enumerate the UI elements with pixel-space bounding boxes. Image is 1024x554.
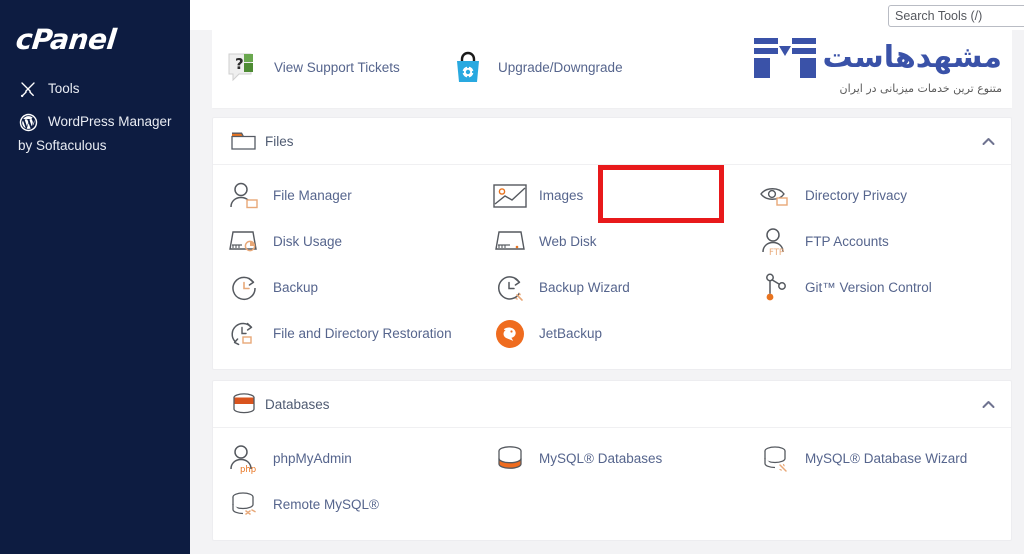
disk-usage-icon — [227, 225, 261, 259]
backup-icon — [227, 271, 261, 305]
main-content: ? View Support Tickets — [190, 0, 1024, 554]
phpmyadmin-icon: php — [227, 442, 261, 476]
tool-phpmyadmin[interactable]: php phpMyAdmin — [213, 436, 479, 482]
quicklink-upgrade-downgrade[interactable]: Upgrade/Downgrade — [436, 50, 660, 86]
shopping-bag-gear-icon — [450, 50, 486, 86]
directory-privacy-icon — [759, 179, 793, 213]
tool-label: JetBackup — [539, 326, 603, 341]
search-wrapper — [888, 5, 1024, 27]
quicklinks-card: ? View Support Tickets Upgrade/Downgrade… — [212, 30, 1012, 109]
images-icon — [493, 179, 527, 213]
cpanel-app: cPanel Tools WordPress Manager by Softac… — [0, 0, 1024, 554]
section-files: Files File Manager Images Directory Priv… — [212, 117, 1012, 370]
brand[interactable]: cPanel — [0, 14, 190, 70]
svg-text:php: php — [240, 465, 256, 474]
tool-label: Disk Usage — [273, 234, 343, 249]
section-databases-header[interactable]: Databases — [213, 381, 1011, 428]
tool-file-and-directory-restoration[interactable]: File and Directory Restoration — [213, 311, 479, 357]
tool-images[interactable]: Images — [479, 173, 745, 219]
folder-icon — [227, 128, 261, 154]
sidebar-item-tools[interactable]: Tools — [0, 70, 190, 103]
tool-label: Backup Wizard — [539, 280, 630, 295]
tool-remote-mysql[interactable]: Remote MySQL® — [213, 482, 479, 528]
tool-mysql-databases[interactable]: MySQL® Databases — [479, 436, 745, 482]
tool-backup[interactable]: Backup — [213, 265, 479, 311]
quicklink-label: Upgrade/Downgrade — [498, 60, 623, 75]
quicklinks-row: ? View Support Tickets Upgrade/Downgrade… — [212, 30, 1012, 108]
sidebar-item-wordpress-manager[interactable]: WordPress Manager — [0, 103, 190, 136]
svg-text:FTP: FTP — [769, 248, 784, 257]
tool-label: Images — [539, 188, 584, 203]
wordpress-icon — [18, 112, 38, 132]
section-files-header[interactable]: Files — [213, 118, 1011, 165]
file-restore-icon — [227, 317, 261, 351]
support-ticket-icon: ? — [226, 50, 262, 86]
tool-label: MySQL® Databases — [539, 451, 663, 466]
tool-label: Backup — [273, 280, 319, 295]
web-disk-icon — [493, 225, 527, 259]
quicklink-view-support-tickets[interactable]: ? View Support Tickets — [212, 50, 436, 86]
tool-web-disk[interactable]: Web Disk — [479, 219, 745, 265]
remote-mysql-icon — [227, 488, 261, 522]
quicklink-label: View Support Tickets — [274, 60, 400, 75]
tool-git-version-control[interactable]: Git™ Version Control — [745, 265, 1011, 311]
backup-wizard-icon — [493, 271, 527, 305]
sidebar-item-label: WordPress Manager — [48, 114, 172, 129]
section-files-grid: File Manager Images Directory Privacy Di… — [213, 165, 1011, 369]
hoster-logo-mark — [754, 36, 817, 80]
chevron-up-icon[interactable] — [981, 397, 995, 411]
tools-icon — [18, 79, 38, 99]
tool-label: File and Directory Restoration — [273, 326, 452, 341]
file-manager-icon — [227, 179, 261, 213]
mysql-databases-icon — [493, 442, 527, 476]
git-icon — [759, 271, 793, 305]
mysql-wizard-icon — [759, 442, 793, 476]
tool-label: Directory Privacy — [805, 188, 908, 203]
search-input[interactable] — [888, 5, 1024, 27]
tool-file-manager[interactable]: File Manager — [213, 173, 479, 219]
tool-mysql-database-wizard[interactable]: MySQL® Database Wizard — [745, 436, 1011, 482]
section-title: Files — [265, 133, 294, 149]
topbar — [190, 0, 1024, 30]
tool-label: FTP Accounts — [805, 234, 889, 249]
section-databases: Databases php phpMyAdmin MySQL® Database… — [212, 380, 1012, 541]
tool-label: File Manager — [273, 188, 352, 203]
sidebar-item-label: Tools — [48, 81, 80, 96]
content-area: ? View Support Tickets Upgrade/Downgrade… — [190, 30, 1024, 554]
tool-backup-wizard[interactable]: Backup Wizard — [479, 265, 745, 311]
tool-directory-privacy[interactable]: Directory Privacy — [745, 173, 1011, 219]
hoster-tagline: متنوع ترین خدمات میزبانی در ایران — [839, 82, 1002, 95]
sidebar-item-sublabel: by Softaculous — [18, 138, 107, 153]
chevron-up-icon[interactable] — [981, 134, 995, 148]
tool-label: MySQL® Database Wizard — [805, 451, 968, 466]
tool-label: Remote MySQL® — [273, 497, 379, 512]
sidebar: cPanel Tools WordPress Manager by Softac… — [0, 0, 190, 554]
ftp-accounts-icon: FTP — [759, 225, 793, 259]
database-icon — [227, 391, 261, 417]
tool-jetbackup[interactable]: JetBackup — [479, 311, 745, 357]
hoster-name-row: مشهدهاست — [754, 36, 1003, 80]
tool-ftp-accounts[interactable]: FTP FTP Accounts — [745, 219, 1011, 265]
cpanel-logo: cPanel — [14, 23, 118, 56]
svg-text:?: ? — [235, 55, 244, 73]
section-databases-grid: php phpMyAdmin MySQL® Databases MySQL® D… — [213, 428, 1011, 540]
section-title: Databases — [265, 396, 330, 412]
hoster-name-text: مشهدهاست — [822, 40, 1003, 75]
tool-label: Git™ Version Control — [805, 280, 932, 295]
tool-label: Web Disk — [539, 234, 597, 249]
tool-disk-usage[interactable]: Disk Usage — [213, 219, 479, 265]
hoster-logo: مشهدهاست متنوع ترین خدمات میزبانی در ایر… — [754, 36, 1003, 96]
tool-label: phpMyAdmin — [273, 451, 352, 466]
jetbackup-icon — [493, 317, 527, 351]
